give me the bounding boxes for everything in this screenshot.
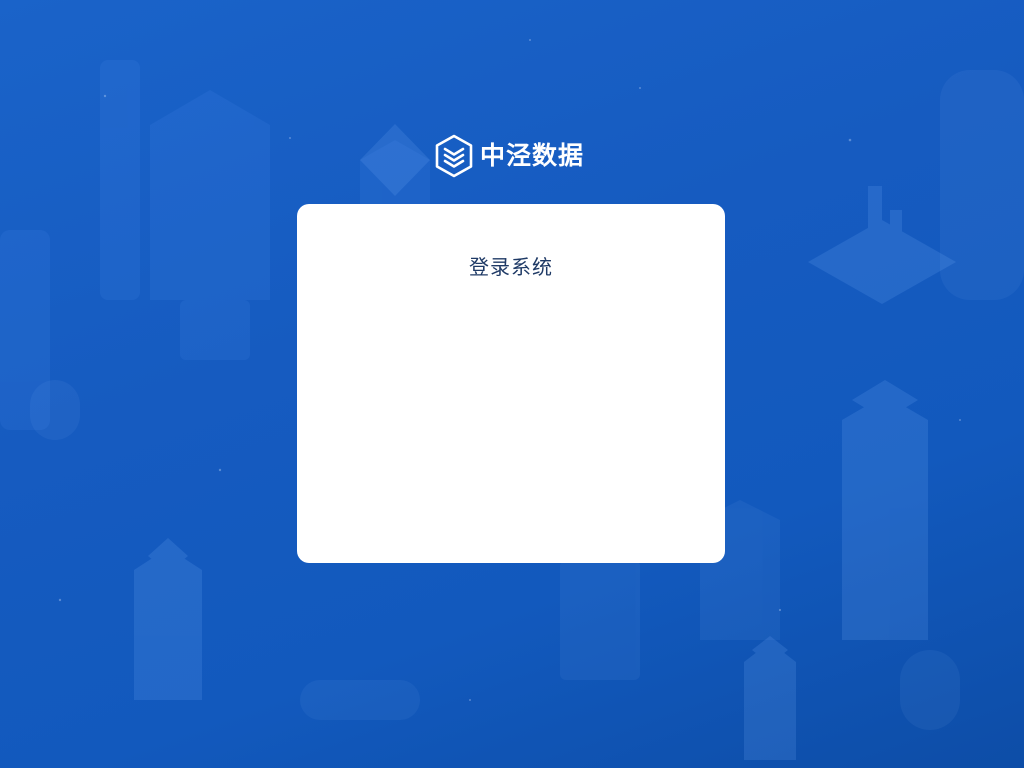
login-title: 登录系统 xyxy=(469,255,553,279)
brand-logo: 中泾数据 xyxy=(434,134,584,178)
login-page: 中泾数据 登录系统 xyxy=(0,0,1024,768)
stacked-chevrons-hexagon-icon xyxy=(435,134,473,178)
login-card: 登录系统 xyxy=(297,204,725,563)
brand-name: 中泾数据 xyxy=(480,141,585,170)
